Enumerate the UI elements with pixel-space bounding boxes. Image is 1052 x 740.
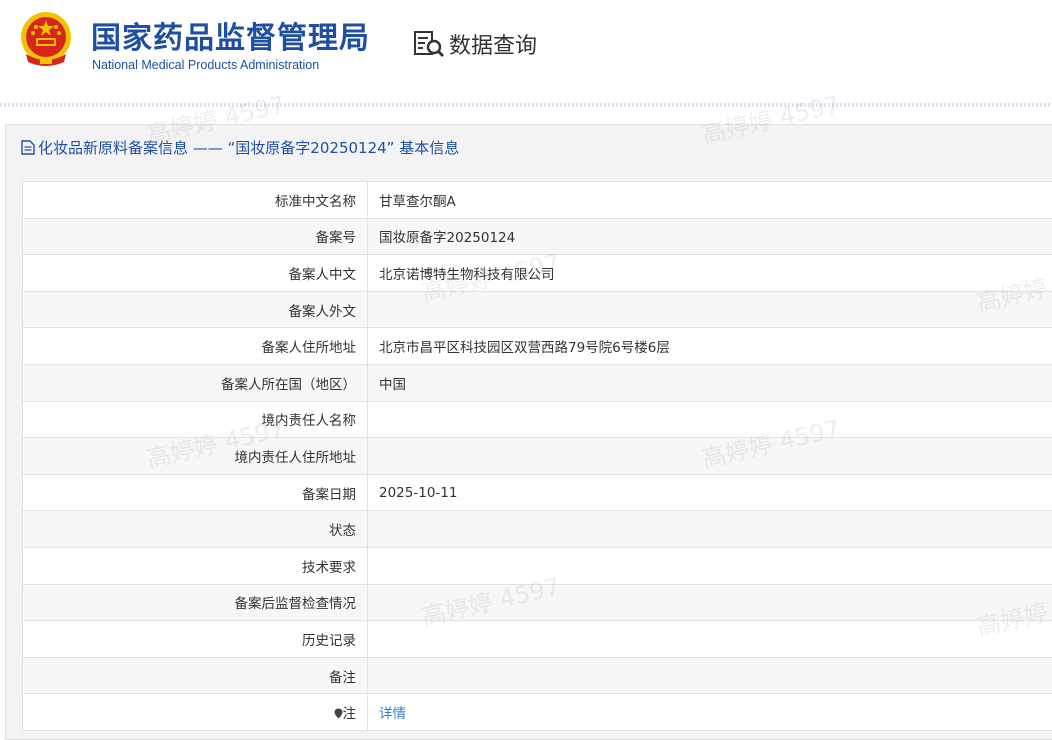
location-pin-icon bbox=[334, 708, 342, 719]
document-search-icon bbox=[414, 31, 445, 58]
data-query-link[interactable]: 数据查询 bbox=[413, 28, 537, 60]
field-value bbox=[367, 290, 1052, 329]
field-label: 备注 bbox=[22, 656, 368, 695]
site-header: 国家药品监督管理局 National Medical Products Admi… bbox=[0, 0, 1052, 107]
details-link[interactable]: 详情 bbox=[379, 706, 406, 722]
field-value bbox=[367, 656, 1052, 695]
header-divider bbox=[0, 103, 1052, 107]
table-row: 境内责任人住所地址 bbox=[22, 437, 1052, 475]
field-value: 北京诺博特生物科技有限公司 bbox=[367, 254, 1052, 292]
field-label: 历史记录 bbox=[22, 620, 368, 658]
field-label: 备案人住所地址 bbox=[22, 327, 368, 365]
field-label: 备案人中文 bbox=[22, 254, 368, 292]
section-title-text: 化妆品新原料备案信息 —— “国妆原备字20250124” 基本信息 bbox=[38, 139, 460, 157]
field-label: 境内责任人名称 bbox=[22, 400, 368, 439]
field-label: 备案日期 bbox=[22, 473, 368, 512]
national-emblem-icon[interactable] bbox=[18, 10, 74, 70]
table-row: 备案人中文 北京诺博特生物科技有限公司 bbox=[22, 254, 1052, 292]
field-label: 备案人所在国（地区） bbox=[22, 363, 368, 402]
field-label-note: 注 bbox=[22, 693, 368, 731]
table-row: 历史记录 bbox=[22, 620, 1052, 658]
table-row: 注 详情 bbox=[22, 693, 1052, 731]
field-label: 备案人外文 bbox=[22, 290, 368, 329]
org-name-en[interactable]: National Medical Products Administration bbox=[92, 58, 319, 72]
table-row: 备案人外文 bbox=[22, 290, 1052, 329]
table-row: 技术要求 bbox=[22, 546, 1052, 585]
org-name-cn[interactable]: 国家药品监督管理局 bbox=[91, 13, 370, 57]
table-row: 备案后监督检查情况 bbox=[22, 583, 1052, 622]
field-value bbox=[367, 546, 1052, 585]
field-value: 中国 bbox=[367, 363, 1052, 402]
field-value bbox=[367, 400, 1052, 439]
table-row: 备案日期 2025-10-11 bbox=[22, 473, 1052, 512]
field-label: 境内责任人住所地址 bbox=[22, 437, 368, 475]
table-row: 备案人所在国（地区） 中国 bbox=[22, 363, 1052, 402]
table-row: 备案号 国妆原备字20250124 bbox=[22, 217, 1052, 256]
field-value: 详情 bbox=[367, 693, 1052, 731]
table-row: 备注 bbox=[22, 656, 1052, 695]
field-value bbox=[367, 510, 1052, 548]
field-value: 北京市昌平区科技园区双营西路79号院6号楼6层 bbox=[367, 327, 1052, 365]
table-row: 标准中文名称 甘草查尔酮A bbox=[22, 181, 1052, 219]
section-title: 化妆品新原料备案信息 —— “国妆原备字20250124” 基本信息 bbox=[21, 137, 459, 158]
info-panel: 化妆品新原料备案信息 —— “国妆原备字20250124” 基本信息 标准中文名… bbox=[5, 124, 1052, 740]
field-label: 备案号 bbox=[22, 217, 368, 256]
info-table: 标准中文名称 甘草查尔酮A 备案号 国妆原备字20250124 备案人中文 北京… bbox=[22, 181, 1052, 731]
field-value: 国妆原备字20250124 bbox=[367, 217, 1052, 256]
field-value bbox=[367, 620, 1052, 658]
data-query-label: 数据查询 bbox=[449, 34, 538, 59]
field-label: 状态 bbox=[22, 510, 368, 548]
field-label: 技术要求 bbox=[22, 546, 368, 585]
table-row: 境内责任人名称 bbox=[22, 400, 1052, 439]
table-row: 状态 bbox=[22, 510, 1052, 548]
table-row: 备案人住所地址 北京市昌平区科技园区双营西路79号院6号楼6层 bbox=[22, 327, 1052, 365]
note-label: 注 bbox=[342, 706, 357, 723]
field-value bbox=[367, 583, 1052, 622]
field-value: 甘草查尔酮A bbox=[367, 181, 1052, 219]
field-value bbox=[367, 437, 1052, 475]
field-label: 标准中文名称 bbox=[22, 181, 368, 219]
field-value: 2025-10-11 bbox=[367, 473, 1052, 512]
field-label: 备案后监督检查情况 bbox=[22, 583, 368, 622]
document-icon bbox=[21, 140, 35, 155]
